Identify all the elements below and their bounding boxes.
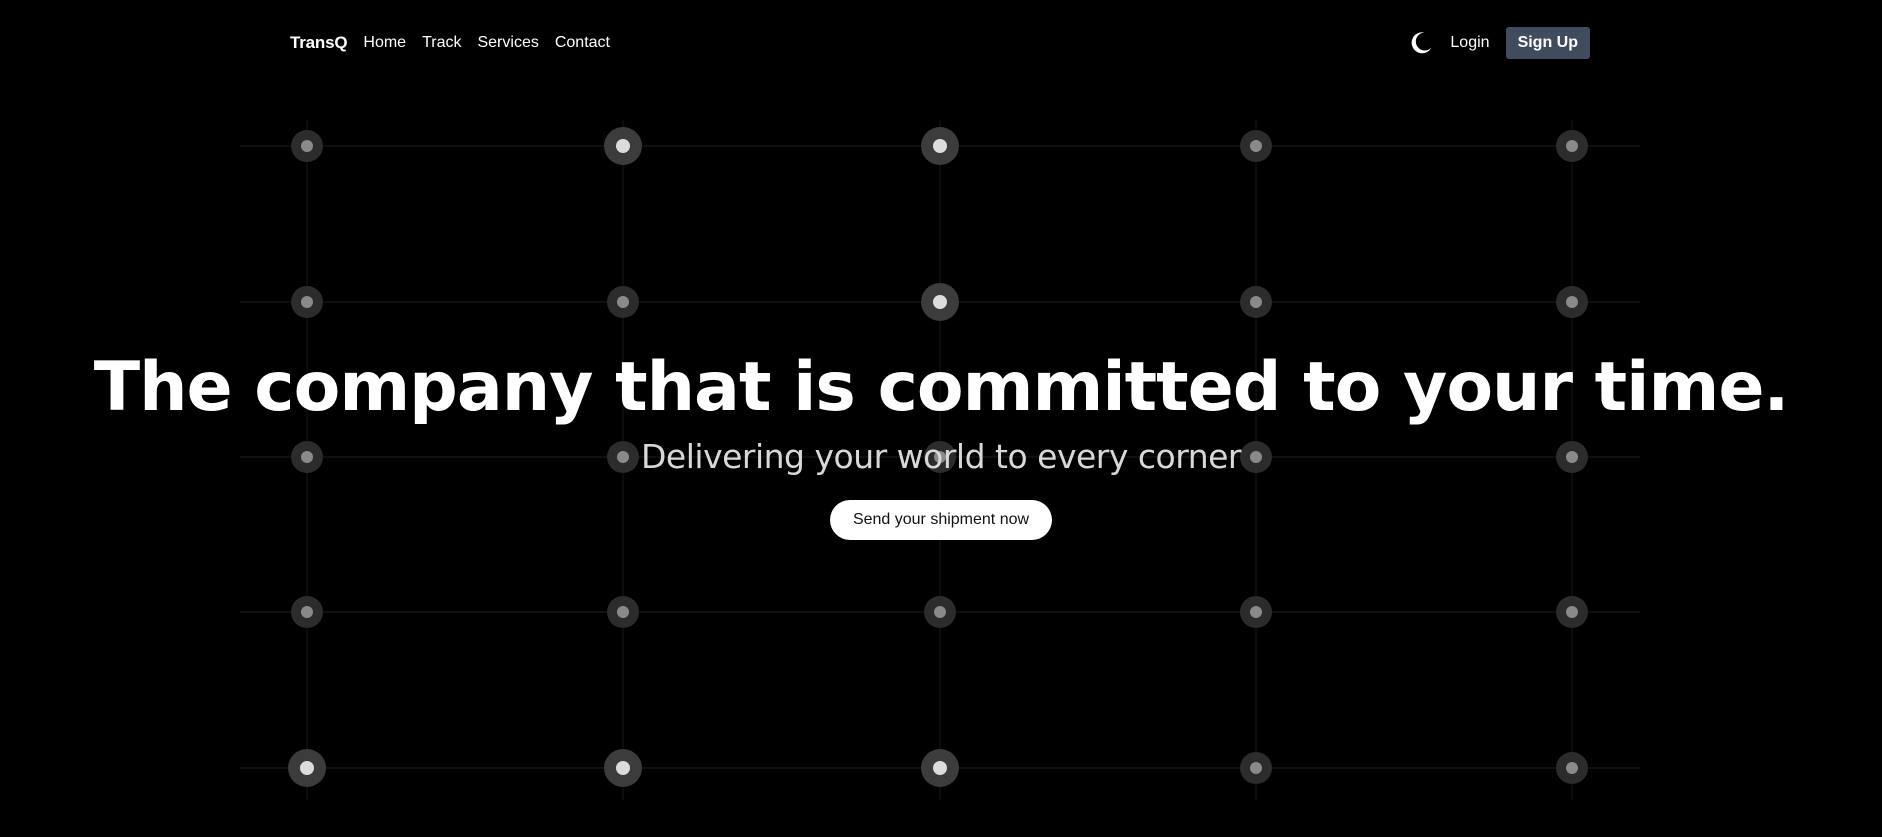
- theme-toggle-button[interactable]: [1408, 30, 1434, 56]
- grid-node: [291, 596, 323, 628]
- send-shipment-button[interactable]: Send your shipment now: [829, 500, 1053, 540]
- grid-node: [1556, 596, 1588, 628]
- page: TransQ Home Track Services Contact Login…: [0, 0, 1882, 837]
- grid-node: [1556, 130, 1588, 162]
- nav-link-home[interactable]: Home: [363, 34, 406, 52]
- nav-left: TransQ Home Track Services Contact: [290, 33, 610, 53]
- grid-node: [604, 749, 642, 787]
- grid-node: [1556, 286, 1588, 318]
- grid-node: [921, 127, 959, 165]
- grid-node: [1240, 596, 1272, 628]
- hero-title: The company that is committed to your ti…: [93, 348, 1790, 427]
- grid-node: [924, 596, 956, 628]
- grid-node: [604, 127, 642, 165]
- signup-button[interactable]: Sign Up: [1505, 27, 1590, 59]
- grid-node: [288, 749, 326, 787]
- nav-right: Login Sign Up: [1408, 27, 1590, 59]
- nav-link-track[interactable]: Track: [422, 34, 461, 52]
- brand-logo[interactable]: TransQ: [290, 33, 348, 53]
- moon-icon: [1412, 32, 1432, 54]
- grid-node: [921, 749, 959, 787]
- grid-node: [291, 286, 323, 318]
- grid-node: [1556, 752, 1588, 784]
- nav-link-contact[interactable]: Contact: [555, 34, 610, 52]
- grid-node: [607, 596, 639, 628]
- grid-node: [1240, 286, 1272, 318]
- nav-link-services[interactable]: Services: [477, 34, 538, 52]
- hero-section: The company that is committed to your ti…: [0, 348, 1882, 540]
- grid-node: [291, 130, 323, 162]
- grid-node: [1240, 130, 1272, 162]
- navbar: TransQ Home Track Services Contact Login…: [290, 26, 1590, 60]
- hero-subtitle: Delivering your world to every corner: [641, 437, 1241, 476]
- grid-node: [1240, 752, 1272, 784]
- login-link[interactable]: Login: [1450, 34, 1489, 52]
- grid-node: [921, 283, 959, 321]
- grid-node: [607, 286, 639, 318]
